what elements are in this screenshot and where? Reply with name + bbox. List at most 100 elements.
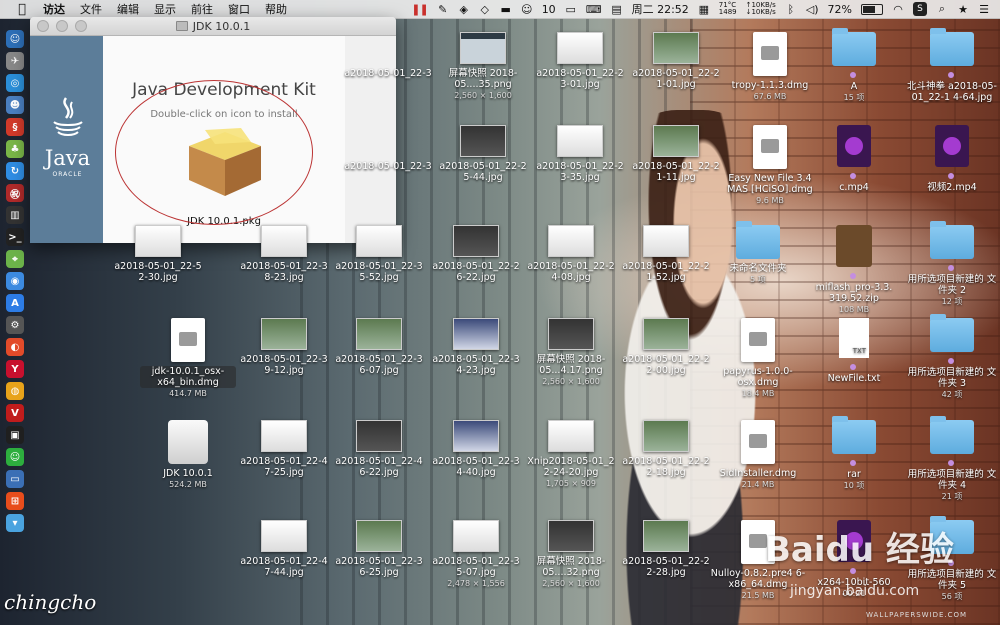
app-s-icon[interactable]: S xyxy=(913,2,927,16)
contacts-icon[interactable]: ☻ xyxy=(6,96,24,114)
desktop-item[interactable]: 屏幕快照 2018-05....35.png 2,560 × 1,600 xyxy=(435,32,531,101)
desktop-item[interactable]: a2018-05-01_22-5 2-30.jpg xyxy=(110,225,206,283)
desktop-item[interactable]: papyrus-1.0.0- osx.dmg 18.4 MB xyxy=(710,318,806,399)
system-preferences-icon[interactable]: ⚙ xyxy=(6,316,24,334)
remote-desktop-icon[interactable]: ▭ xyxy=(6,470,24,488)
app-dark-red-icon[interactable]: ㊗ xyxy=(6,184,24,202)
desktop-item[interactable]: a2018-05-01_22-2 2-18.jpg xyxy=(618,420,714,478)
desktop-item[interactable]: JDK 10.0.1 524.2 MB xyxy=(140,420,236,490)
desktop-item[interactable]: a2018-05-01_22-2 3-35.jpg xyxy=(532,125,628,183)
recording-pause-icon[interactable]: ❚❚ xyxy=(411,2,428,16)
desktop-item[interactable]: a2018-05-01_22-2 1-01.jpg xyxy=(628,32,724,90)
wechat-icon[interactable]: ☺ xyxy=(521,2,533,16)
star-icon[interactable]: ★ xyxy=(957,2,969,16)
terminal-icon[interactable]: >_ xyxy=(6,228,24,246)
desktop-item[interactable]: a2018-05-01_22-3 6-07.jpg xyxy=(331,318,427,376)
desktop-item[interactable]: jdk-10.0.1_osx- x64_bin.dmg 414.7 MB xyxy=(140,318,236,399)
system-stats[interactable]: 71°C 1489 xyxy=(719,2,737,16)
app-red-icon[interactable]: § xyxy=(6,118,24,136)
desktop-item[interactable]: a2018-05-01_22-3 9-12.jpg xyxy=(236,318,332,376)
desktop-item[interactable]: a2018-05-01_22-2 6-22.jpg xyxy=(428,225,524,283)
desktop-item[interactable]: a2018-05-01_22-2 5-44.jpg xyxy=(435,125,531,183)
desktop-item[interactable]: a2018-05-01_22-3 6-25.jpg xyxy=(331,520,427,578)
finder-icon[interactable]: ☺ xyxy=(6,30,24,48)
weibo-icon[interactable]: ◐ xyxy=(6,338,24,356)
desktop-item[interactable]: a2018-05-01_22-2 2-28.jpg xyxy=(618,520,714,578)
desktop-item[interactable]: a2018-05-01_22-3 4-23.jpg xyxy=(428,318,524,376)
desktop-item[interactable]: 用所选项目新建的 文件夹 2 12 项 xyxy=(904,221,1000,307)
apple-icon[interactable]:  xyxy=(16,2,28,17)
wifi-icon[interactable]: ◠ xyxy=(892,2,904,16)
desktop-item[interactable]: Easy New File 3.4 MAS [HCiSO].dmg 9.6 MB xyxy=(722,125,818,206)
desktop-item[interactable]: A 15 项 xyxy=(806,28,902,103)
search-icon[interactable]: ⌕ xyxy=(936,2,948,16)
menu-go[interactable]: 前往 xyxy=(191,1,213,17)
wechat-dock-icon[interactable]: ☺ xyxy=(6,448,24,466)
desktop-item[interactable]: a2018-05-01_22-2 3-01.jpg xyxy=(532,32,628,90)
sync-icon[interactable]: ↻ xyxy=(6,162,24,180)
desktop-item[interactable]: SidInstaller.dmg 21.4 MB xyxy=(710,420,806,490)
pin-icon[interactable]: ◇ xyxy=(479,2,491,16)
keyboard-icon[interactable]: ⌨ xyxy=(586,2,602,16)
chrome-icon[interactable]: ◍ xyxy=(6,382,24,400)
safari-icon[interactable]: ◎ xyxy=(6,74,24,92)
desktop-item[interactable]: a2018-05-01_22-2 1-52.jpg xyxy=(618,225,714,283)
downloads-folder-icon[interactable]: ▾ xyxy=(6,514,24,532)
desktop-item[interactable]: a2018-05-01_22-2 4-08.jpg xyxy=(523,225,619,283)
desktop-item[interactable]: a2018-05-01_22-3 4-40.jpg xyxy=(428,420,524,478)
menu-view[interactable]: 显示 xyxy=(154,1,176,17)
desktop-item[interactable]: tropy-1.1.3.dmg 67.6 MB xyxy=(722,32,818,102)
java-logo: Java ORACLE xyxy=(40,96,95,178)
desktop-item[interactable]: 用所选项目新建的 文件夹 4 21 项 xyxy=(904,416,1000,502)
desktop-item-label: tropy-1.1.3.dmg xyxy=(731,80,809,91)
app-blue-icon[interactable]: ◉ xyxy=(6,272,24,290)
desktop-item[interactable]: a2018-05-01_22-3 8-23.jpg xyxy=(236,225,332,283)
activity-icon[interactable]: ▦ xyxy=(698,2,710,16)
desktop-item[interactable]: a2018-05-01_22-2 1-11.jpg xyxy=(628,125,724,183)
desktop-item[interactable]: a2018-05-01_22-4 7-25.jpg xyxy=(236,420,332,478)
yandex-icon[interactable]: Y xyxy=(6,360,24,378)
activity-monitor-icon[interactable]: ▥ xyxy=(6,206,24,224)
desktop-item[interactable]: 屏幕快照 2018-05....32.png 2,560 × 1,600 xyxy=(523,520,619,589)
display-icon[interactable]: ▭ xyxy=(565,2,577,16)
bluetooth-icon[interactable]: ᛒ xyxy=(785,2,797,16)
desktop-item[interactable]: a2018-05-01_22-3 5-07.jpg 2,478 × 1,556 xyxy=(428,520,524,589)
menu-app-name[interactable]: 访达 xyxy=(43,1,65,17)
desktop-item[interactable]: a2018-05-01_22-4 7-44.jpg xyxy=(236,520,332,578)
calendar-icon[interactable]: ▤ xyxy=(611,2,623,16)
clock[interactable]: 周二 22:52 xyxy=(632,1,689,17)
vivaldi-icon[interactable]: V xyxy=(6,404,24,422)
desktop-item[interactable]: a2018-05-01_22-4 6-22.jpg xyxy=(331,420,427,478)
menu-help[interactable]: 帮助 xyxy=(265,1,287,17)
tag-icon[interactable]: ✎ xyxy=(437,2,449,16)
desktop-item[interactable]: 屏幕快照 2018-05...4.17.png 2,560 × 1,600 xyxy=(523,318,619,387)
menu-extra-icon[interactable]: ▬ xyxy=(500,2,512,16)
android-icon[interactable]: ♣ xyxy=(6,140,24,158)
launchpad-icon[interactable]: ✈ xyxy=(6,52,24,70)
desktop-item[interactable]: rar 10 项 xyxy=(806,416,902,491)
console-icon[interactable]: ▣ xyxy=(6,426,24,444)
desktop-item[interactable]: a2018-05-01_22-3 xyxy=(340,125,436,172)
desktop-item[interactable]: Xnip2018-05-01_2 2-24-20.jpg 1,705 × 909 xyxy=(523,420,619,489)
volume-icon[interactable]: ◁) xyxy=(806,2,819,16)
desktop-item[interactable]: miflash_pro-3.3. 319.52.zip 108 MB xyxy=(806,225,902,315)
notification-center-icon[interactable]: ☰ xyxy=(978,2,990,16)
menu-window[interactable]: 窗口 xyxy=(228,1,250,17)
app-store-icon[interactable]: A xyxy=(6,294,24,312)
dropbox-icon[interactable]: ◈ xyxy=(458,2,470,16)
battery-icon[interactable] xyxy=(861,3,883,15)
desktop-item[interactable]: 北斗神拳 a2018-05-01_22-1 4-64.jpg xyxy=(904,28,1000,103)
menu-edit[interactable]: 编辑 xyxy=(117,1,139,17)
desktop-item[interactable]: 用所选项目新建的 文件夹 3 42 项 xyxy=(904,314,1000,400)
menu-file[interactable]: 文件 xyxy=(80,1,102,17)
desktop-item[interactable]: TXT NewFile.txt xyxy=(806,318,902,384)
windows-icon[interactable]: ⊞ xyxy=(6,492,24,510)
desktop-item[interactable]: a2018-05-01_22-2 2-00.jpg xyxy=(618,318,714,376)
desktop-item[interactable]: c.mp4 xyxy=(806,125,902,193)
desktop-item[interactable]: 视频2.mp4 xyxy=(904,125,1000,193)
desktop-item[interactable]: 未命名文件夹 5 项 xyxy=(710,221,806,285)
maps-icon[interactable]: ⌖ xyxy=(6,250,24,268)
desktop-item[interactable]: a2018-05-01_22-3 5-52.jpg xyxy=(331,225,427,283)
desktop-item[interactable]: a2018-05-01_22-3 xyxy=(340,32,436,79)
network-speed[interactable]: ↑10KB/s ↓10KB/s xyxy=(746,2,776,16)
